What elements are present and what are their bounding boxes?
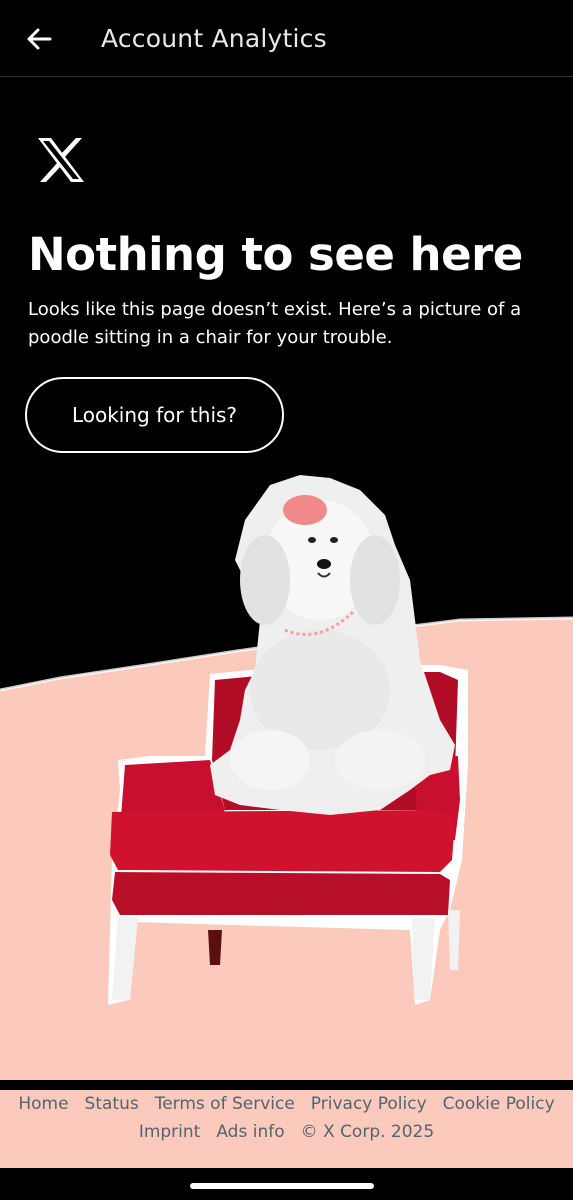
footer: Home Status Terms of Service Privacy Policy… — [0, 1090, 573, 1168]
poodle-in-chair-illustration — [0, 475, 573, 1080]
footer-link-terms[interactable]: Terms of Service — [155, 1094, 295, 1114]
looking-for-this-button[interactable]: Looking for this? — [25, 377, 284, 453]
footer-links-row-2: Imprint Ads info © X Corp. 2025 — [0, 1122, 573, 1142]
footer-links-row-1: Home Status Terms of Service Privacy Policy… — [0, 1094, 573, 1114]
headline: Nothing to see here — [28, 228, 523, 281]
copyright: © X Corp. 2025 — [300, 1122, 435, 1142]
footer-link-imprint[interactable]: Imprint — [139, 1122, 201, 1142]
footer-link-privacy[interactable]: Privacy Policy — [311, 1094, 427, 1114]
footer-link-home[interactable]: Home — [18, 1094, 68, 1114]
back-button[interactable] — [22, 22, 56, 56]
footer-link-status[interactable]: Status — [85, 1094, 139, 1114]
footer-link-cookie[interactable]: Cookie Policy — [443, 1094, 555, 1114]
description: Looks like this page doesn’t exist. Here… — [28, 299, 522, 348]
arrow-left-icon — [27, 28, 52, 50]
footer-link-ads-info[interactable]: Ads info — [216, 1122, 284, 1142]
home-indicator[interactable] — [190, 1183, 374, 1189]
top-app-bar: Account Analytics — [0, 0, 573, 77]
x-logo-icon — [36, 137, 86, 183]
page-title: Account Analytics — [101, 24, 327, 53]
